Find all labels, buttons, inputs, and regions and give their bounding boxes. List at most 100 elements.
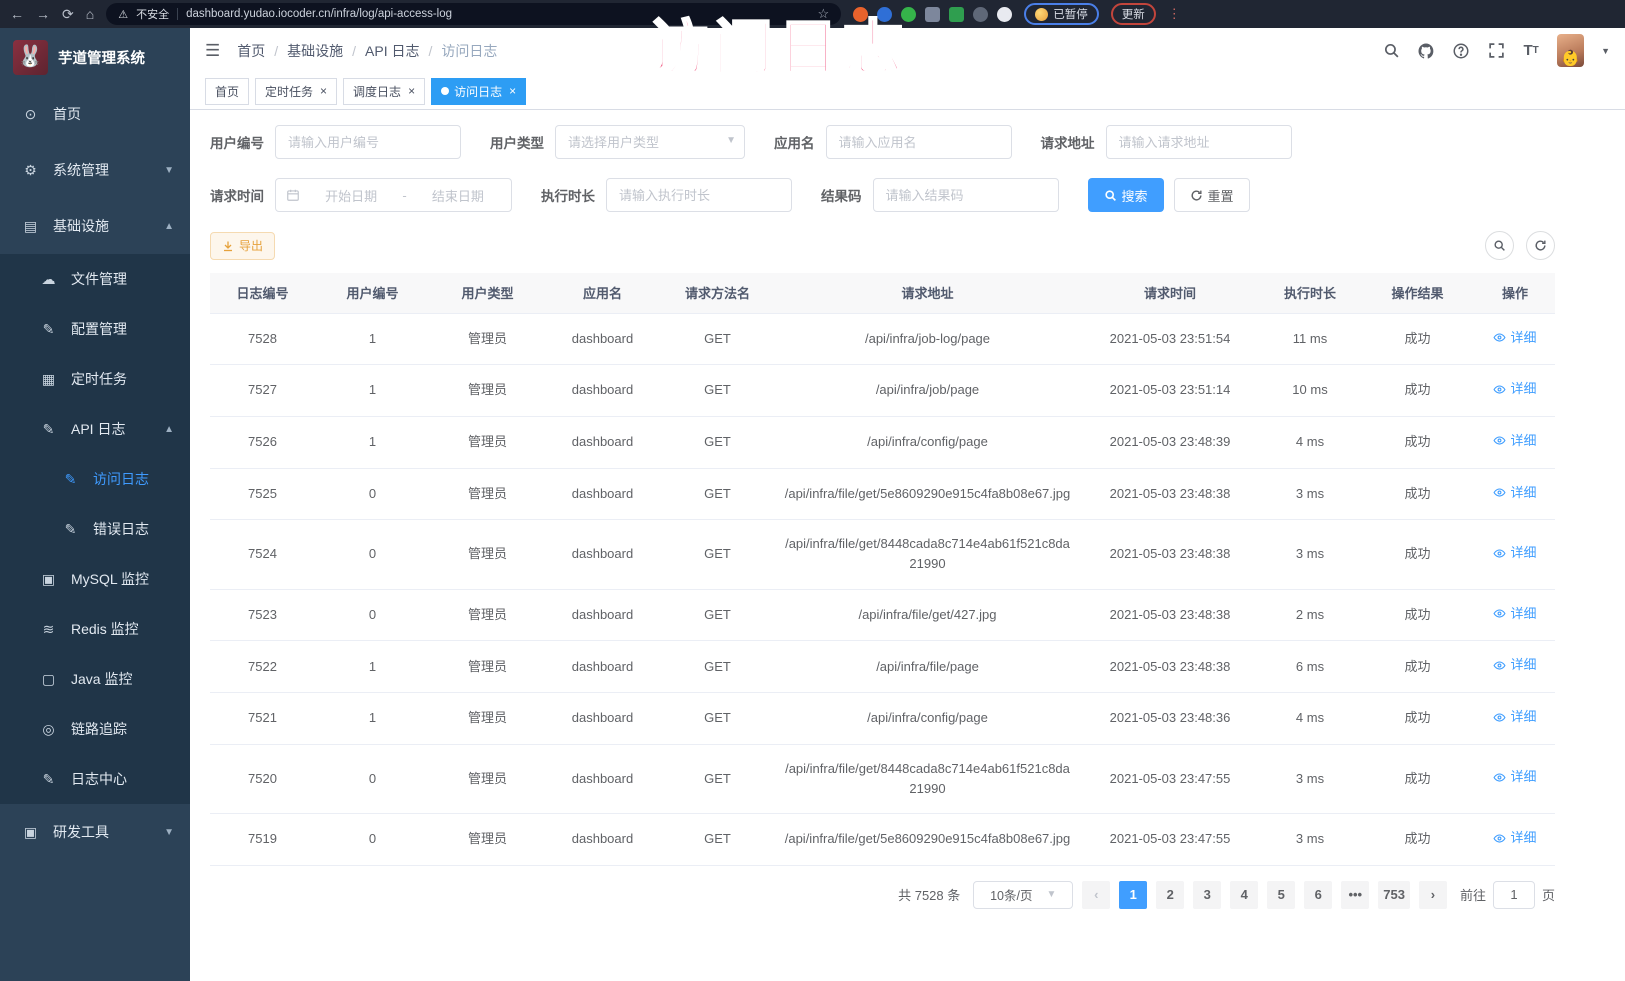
cell-url: /api/infra/file/page (775, 641, 1080, 693)
user-avatar[interactable]: 👶 (1557, 34, 1584, 67)
browser-forward-icon[interactable]: → (36, 7, 50, 21)
sidebar-item-系统管理[interactable]: ⚙系统管理▼ (0, 142, 190, 198)
sidebar-item-访问日志[interactable]: ✎访问日志 (0, 454, 190, 504)
sidebar-item-label: 首页 (53, 104, 81, 124)
trace-eye-icon: ◎ (40, 721, 57, 738)
page-button-1[interactable]: 1 (1119, 881, 1147, 909)
font-size-icon[interactable]: TT (1522, 42, 1540, 60)
page-button-2[interactable]: 2 (1156, 881, 1184, 909)
fullscreen-icon[interactable] (1487, 42, 1505, 60)
result-code-input[interactable] (873, 178, 1059, 212)
browser-profile-chip[interactable]: 已暂停 (1024, 3, 1099, 25)
page-button-5[interactable]: 5 (1267, 881, 1295, 909)
export-button[interactable]: 导出 (210, 232, 275, 260)
page-ellipsis[interactable]: ••• (1341, 881, 1369, 909)
tab-close-icon[interactable]: × (320, 84, 327, 98)
sidebar-item-Java 监控[interactable]: ▢Java 监控 (0, 654, 190, 704)
breadcrumb: 首页/基础设施/API 日志/访问日志 (237, 41, 497, 61)
goto-page-input[interactable] (1493, 881, 1535, 909)
tab-首页[interactable]: 首页 (205, 78, 249, 105)
user-id-input[interactable] (275, 125, 461, 159)
sidebar-item-研发工具[interactable]: ▣研发工具▼ (0, 804, 190, 860)
sidebar-item-配置管理[interactable]: ✎配置管理 (0, 304, 190, 354)
header-search-icon[interactable] (1382, 42, 1400, 60)
detail-link[interactable]: 详细 (1493, 543, 1536, 563)
sidebar-item-文件管理[interactable]: ☁文件管理 (0, 254, 190, 304)
start-date-placeholder: 开始日期 (308, 186, 394, 205)
column-header-请求时间: 请求时间 (1080, 273, 1260, 313)
sidebar-item-基础设施[interactable]: ▤基础设施▲ (0, 198, 190, 254)
detail-link[interactable]: 详细 (1493, 431, 1536, 451)
cell-result: 成功 (1360, 641, 1475, 693)
breadcrumb-item[interactable]: API 日志 (365, 41, 419, 61)
detail-link[interactable]: 详细 (1493, 655, 1536, 675)
goto-label: 前往 (1460, 885, 1486, 904)
page-button-753[interactable]: 753 (1378, 881, 1410, 909)
column-header-操作结果: 操作结果 (1360, 273, 1475, 313)
tab-定时任务[interactable]: 定时任务× (255, 78, 337, 105)
app-logo[interactable]: 🐰 芋道管理系统 (0, 28, 190, 86)
sidebar-item-日志中心[interactable]: ✎日志中心 (0, 754, 190, 804)
refresh-table-button[interactable] (1526, 231, 1555, 260)
tab-访问日志[interactable]: 访问日志 × (431, 78, 526, 105)
tab-label: 访问日志 (454, 83, 502, 100)
page-button-4[interactable]: 4 (1230, 881, 1258, 909)
sidebar-item-首页[interactable]: ⊙首页 (0, 86, 190, 142)
sidebar-item-Redis 监控[interactable]: ≋Redis 监控 (0, 604, 190, 654)
page-button-3[interactable]: 3 (1193, 881, 1221, 909)
sidebar-item-MySQL 监控[interactable]: ▣MySQL 监控 (0, 554, 190, 604)
cell-user_id: 0 (315, 813, 430, 865)
toggle-search-button[interactable] (1485, 231, 1514, 260)
browser-menu-kebab-icon[interactable]: ⋮ (1168, 6, 1181, 22)
breadcrumb-item[interactable]: 首页 (237, 41, 265, 61)
breadcrumb-item[interactable]: 基础设施 (287, 41, 343, 61)
next-page-button[interactable]: › (1419, 881, 1447, 909)
sidebar-item-错误日志[interactable]: ✎错误日志 (0, 504, 190, 554)
detail-link[interactable]: 详细 (1493, 707, 1536, 727)
tab-调度日志[interactable]: 调度日志× (343, 78, 425, 105)
green-circle-extension-icon[interactable] (901, 7, 916, 22)
avatar-dropdown-icon[interactable]: ▼ (1601, 46, 1610, 56)
browser-reload-icon[interactable]: ⟳ (62, 7, 74, 21)
reset-button[interactable]: 重置 (1174, 178, 1250, 212)
bookmark-star-icon[interactable]: ☆ (818, 6, 830, 22)
puzzle-extension-icon[interactable] (925, 7, 940, 22)
translate-extension-icon[interactable] (949, 7, 964, 22)
sidebar-item-定时任务[interactable]: ▦定时任务 (0, 354, 190, 404)
prev-page-button[interactable]: ‹ (1082, 881, 1110, 909)
detail-link[interactable]: 详细 (1493, 379, 1536, 399)
tab-close-icon[interactable]: × (509, 84, 516, 98)
detail-link[interactable]: 详细 (1493, 604, 1536, 624)
app-name-input[interactable] (826, 125, 1012, 159)
cell-user_id: 1 (315, 641, 430, 693)
help-question-icon[interactable] (1452, 42, 1470, 60)
sidebar-item-API 日志[interactable]: ✎API 日志▲ (0, 404, 190, 454)
page-size-select[interactable]: 10条/页 ▼ (973, 881, 1073, 909)
page-button-6[interactable]: 6 (1304, 881, 1332, 909)
request-url-input[interactable] (1106, 125, 1292, 159)
detail-link[interactable]: 详细 (1493, 767, 1536, 787)
detail-link[interactable]: 详细 (1493, 328, 1536, 348)
paw-extension-icon[interactable] (997, 7, 1012, 22)
address-bar[interactable]: ⚠ 不安全 dashboard.yudao.iocoder.cn/infra/l… (106, 3, 841, 25)
cell-app: dashboard (545, 313, 660, 365)
tab-close-icon[interactable]: × (408, 84, 415, 98)
orange-extension-icon[interactable] (853, 7, 868, 22)
github-icon[interactable] (1417, 42, 1435, 60)
duration-input[interactable] (606, 178, 792, 212)
gear-icon: ⚙ (22, 162, 39, 179)
sidebar-item-链路追踪[interactable]: ◎链路追踪 (0, 704, 190, 754)
user-type-select[interactable]: ▼ (555, 125, 745, 159)
detail-link[interactable]: 详细 (1493, 828, 1536, 848)
blue-shield-extension-icon[interactable] (877, 7, 892, 22)
browser-update-button[interactable]: 更新 (1111, 3, 1156, 25)
sidebar-collapse-icon[interactable]: ☰ (205, 41, 220, 61)
request-time-range-picker[interactable]: 开始日期 - 结束日期 (275, 178, 512, 212)
detail-link-label: 详细 (1510, 431, 1536, 451)
browser-back-icon[interactable]: ← (10, 7, 24, 21)
user-type-select-input[interactable] (555, 125, 745, 159)
gray-extension-icon[interactable] (973, 7, 988, 22)
detail-link[interactable]: 详细 (1493, 483, 1536, 503)
browser-home-icon[interactable]: ⌂ (86, 7, 94, 21)
search-button[interactable]: 搜索 (1088, 178, 1164, 212)
